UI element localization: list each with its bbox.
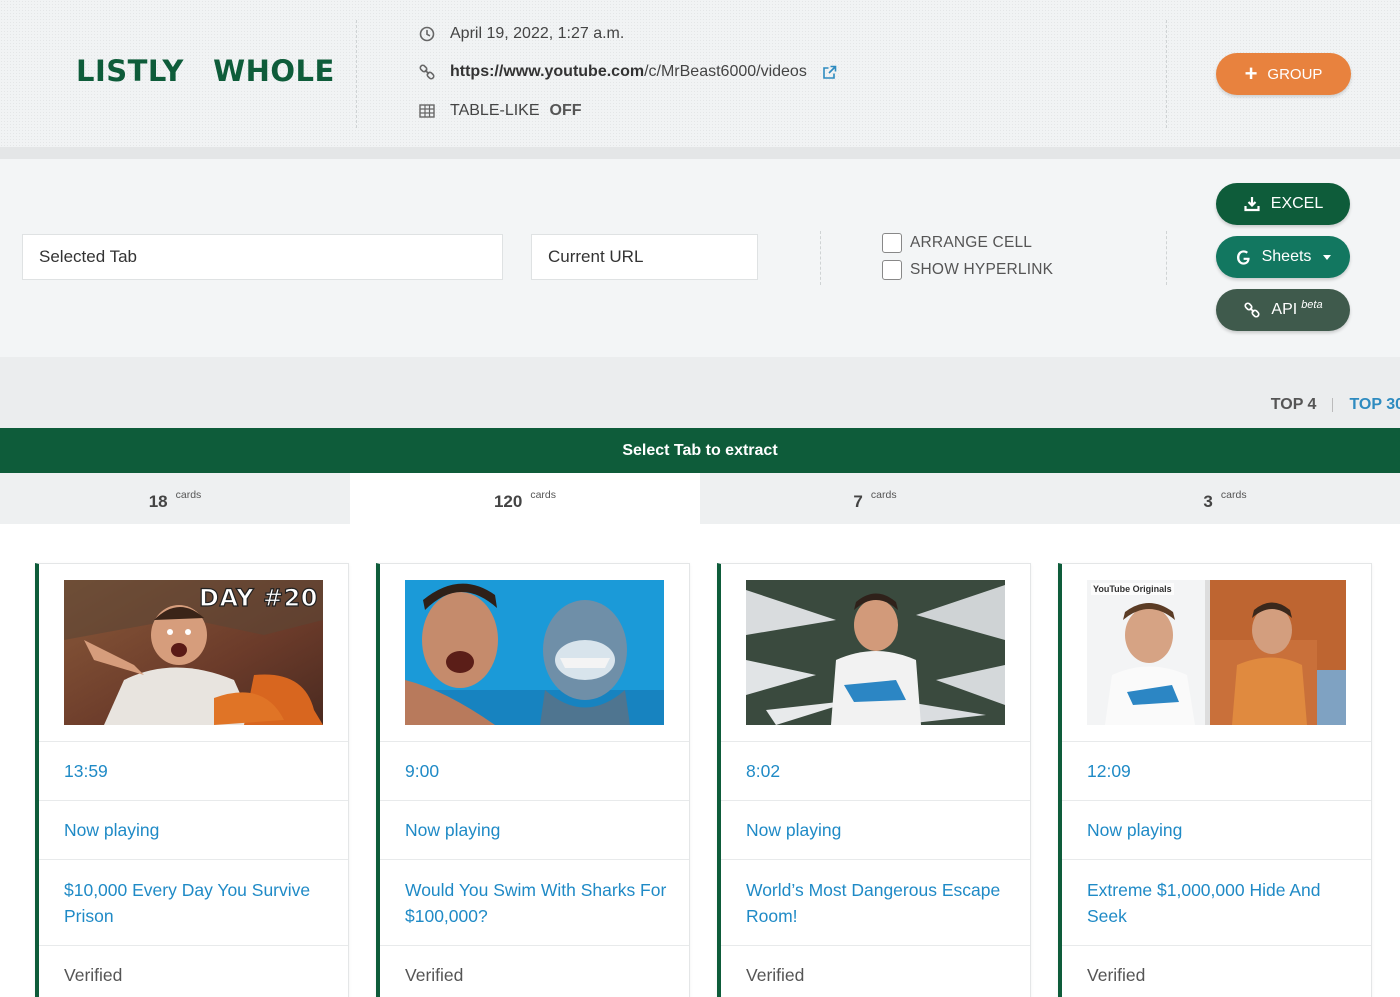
external-link-icon[interactable] [821, 64, 838, 81]
timestamp-row: April 19, 2022, 1:27 a.m. [418, 25, 624, 43]
controls-panel: Selected Tab Current URL ARRANGE CELL SH… [0, 159, 1400, 357]
selected-tab-field[interactable]: Selected Tab [22, 234, 503, 280]
video-title[interactable]: Extreme $1,000,000 Hide And Seek [1062, 859, 1371, 945]
link-icon [418, 63, 436, 81]
current-url-label: Current URL [548, 247, 644, 266]
current-url-field[interactable]: Current URL [531, 234, 758, 280]
excel-button[interactable]: EXCEL [1216, 183, 1350, 225]
verified-badge: Verified [1062, 945, 1371, 997]
video-thumbnail[interactable] [405, 580, 664, 725]
link-icon [1244, 302, 1260, 318]
divider [820, 231, 821, 285]
url-row: https://www.youtube.com/c/MrBeast6000/vi… [418, 63, 838, 81]
video-status[interactable]: Now playing [39, 800, 348, 859]
show-hyperlink-checkbox[interactable] [882, 260, 902, 280]
clock-icon [418, 25, 436, 43]
timestamp: April 19, 2022, 1:27 a.m. [450, 25, 625, 42]
selected-tab-label: Selected Tab [39, 247, 137, 266]
group-button[interactable]: + GROUP [1216, 53, 1351, 95]
show-hyperlink-option[interactable]: SHOW HYPERLINK [882, 260, 1053, 280]
beta-badge: beta [1301, 299, 1323, 311]
download-icon [1244, 197, 1260, 212]
video-duration[interactable]: 9:00 [380, 741, 689, 800]
top4-link[interactable]: TOP 4 [1271, 396, 1317, 414]
divider [1332, 398, 1334, 412]
listly-logo: LISTLY WHOLE [76, 54, 335, 88]
select-tab-title: Select Tab to extract [0, 428, 1400, 473]
url-domain[interactable]: https://www.youtube.com [450, 63, 644, 81]
tab-count: 120 [493, 491, 523, 511]
divider [1166, 231, 1167, 285]
api-label: API [1271, 301, 1298, 318]
video-thumbnail[interactable]: YouTube Originals [1087, 580, 1346, 725]
verified-badge: Verified [721, 945, 1030, 997]
video-thumbnail[interactable]: DAY #20 [64, 580, 323, 725]
tab-label: cards [530, 488, 557, 501]
tab-label: cards [870, 488, 897, 501]
api-button[interactable]: API beta [1216, 289, 1350, 331]
video-title[interactable]: World’s Most Dangerous Escape Room! [721, 859, 1030, 945]
table-like-row: TABLE-LIKE OFF [418, 102, 582, 120]
top30-link[interactable]: TOP 30 [1349, 396, 1400, 414]
tab-3-cards[interactable]: 3 cards [1050, 473, 1400, 524]
verified-badge: Verified [39, 945, 348, 997]
video-status[interactable]: Now playing [1062, 800, 1371, 859]
video-status[interactable]: Now playing [721, 800, 1030, 859]
show-hyperlink-label: SHOW HYPERLINK [910, 261, 1054, 278]
sheets-label: Sheets [1261, 248, 1312, 265]
excel-label: EXCEL [1270, 195, 1324, 212]
tab-120-cards[interactable]: 120 cards [350, 473, 700, 524]
video-title[interactable]: Would You Swim With Sharks For $100,000? [380, 859, 689, 945]
tab-count: 3 [1203, 491, 1213, 511]
plus-icon: + [1244, 61, 1258, 86]
sheets-button[interactable]: Sheets [1216, 236, 1350, 278]
video-card: YouTube Originals 12:09 Now playing Extr… [1058, 563, 1372, 997]
video-card: 9:00 Now playing Would You Swim With Sha… [376, 563, 690, 997]
header: LISTLY WHOLE April 19, 2022, 1:27 a.m. h… [0, 0, 1400, 148]
table-like-label: TABLE-LIKE [450, 102, 540, 119]
video-card: 8:02 Now playing World’s Most Dangerous … [717, 563, 1031, 997]
video-title[interactable]: $10,000 Every Day You Survive Prison [39, 859, 348, 945]
arrange-cell-checkbox[interactable] [882, 233, 902, 253]
separator-band [0, 147, 1400, 159]
url-path[interactable]: /c/MrBeast6000/videos [644, 63, 807, 81]
video-status[interactable]: Now playing [380, 800, 689, 859]
tab-count: 18 [148, 491, 168, 511]
video-thumbnail[interactable] [746, 580, 1005, 725]
tab-label: cards [1220, 488, 1247, 501]
tab-list: 18 cards 120 cards 7 cards 3 cards [0, 473, 1400, 524]
tab-18-cards[interactable]: 18 cards [0, 473, 350, 524]
verified-badge: Verified [380, 945, 689, 997]
video-duration[interactable]: 13:59 [39, 741, 348, 800]
google-icon [1236, 249, 1250, 265]
divider [1166, 20, 1167, 128]
video-duration[interactable]: 8:02 [721, 741, 1030, 800]
group-button-label: GROUP [1267, 65, 1323, 83]
tab-count: 7 [853, 491, 863, 511]
divider [356, 20, 357, 128]
tab-label: cards [175, 488, 202, 501]
arrange-cell-option[interactable]: ARRANGE CELL [882, 233, 1032, 253]
tab-7-cards[interactable]: 7 cards [700, 473, 1050, 524]
table-like-value[interactable]: OFF [550, 102, 582, 120]
chevron-down-icon[interactable] [1323, 254, 1332, 260]
arrange-cell-label: ARRANGE CELL [910, 234, 1033, 251]
video-card: DAY #20 13:59 Now playing $10,000 Every … [35, 563, 349, 997]
thumbnail-overlay-text: YouTube Originals [1091, 583, 1174, 595]
video-duration[interactable]: 12:09 [1062, 741, 1371, 800]
top-links: TOP 4 TOP 30 [1271, 396, 1400, 414]
separator-band [0, 357, 1400, 428]
table-icon [418, 102, 436, 120]
thumbnail-overlay-text: DAY #20 [198, 583, 318, 612]
